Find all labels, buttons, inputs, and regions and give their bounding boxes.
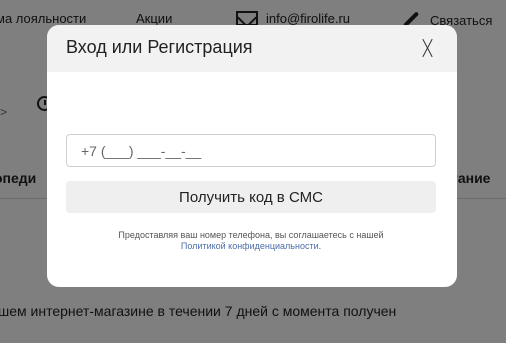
page: ма лояльности Акции info@firolife.ru Свя… xyxy=(0,0,506,343)
modal-header: Вход или Регистрация X xyxy=(47,25,457,72)
get-sms-code-button[interactable]: Получить код в СМС xyxy=(66,181,436,213)
modal-title: Вход или Регистрация xyxy=(66,37,253,57)
privacy-consent-link-line: Политикой конфиденциальности. xyxy=(66,241,436,252)
login-modal: Вход или Регистрация X Получить код в СМ… xyxy=(47,25,457,287)
phone-input-field[interactable] xyxy=(66,134,436,167)
phone-input[interactable] xyxy=(81,142,421,159)
close-button[interactable]: X xyxy=(419,37,437,59)
privacy-consent-text: Предоставляя ваш номер телефона, вы согл… xyxy=(66,230,436,252)
modal-body: Получить код в СМС Предоставляя ваш номе… xyxy=(47,72,457,287)
privacy-policy-link[interactable]: Политикой конфиденциальности xyxy=(181,241,319,251)
privacy-consent-line: Предоставляя ваш номер телефона, вы согл… xyxy=(118,230,384,240)
privacy-policy-dot: . xyxy=(318,241,322,251)
